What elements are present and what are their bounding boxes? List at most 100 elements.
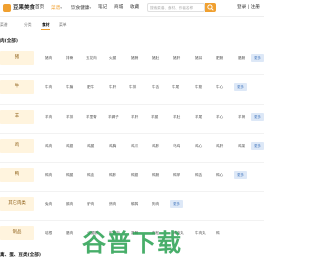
ingredient-item[interactable]: 牛尾 xyxy=(172,84,179,90)
ingredient-item[interactable]: 牛肝 xyxy=(109,84,116,90)
subnav-recipes[interactable]: 菜谱 xyxy=(0,22,8,28)
ingredient-item[interactable]: 鸭胗 xyxy=(109,172,116,178)
ingredient-item[interactable]: 培根 xyxy=(45,230,52,236)
nav-favorites[interactable]: 收藏 xyxy=(130,4,139,12)
category-tag[interactable]: 猪 xyxy=(0,51,34,65)
ingredient-item[interactable]: 猪肚 xyxy=(152,55,159,61)
search-input[interactable]: 搜索菜谱、食材、作者名称 xyxy=(147,3,205,12)
chevron-down-icon: ▾ xyxy=(60,6,62,10)
ingredient-item[interactable]: 羊腿 xyxy=(151,114,158,120)
ingredient-item[interactable]: 鹌鹑 xyxy=(131,201,138,207)
ingredient-item[interactable]: 鸡翅 xyxy=(66,143,73,149)
more-button[interactable]: 更多 xyxy=(234,171,247,179)
ingredient-item[interactable]: 鸭翅 xyxy=(131,172,138,178)
ingredient-item[interactable]: 牛肉 xyxy=(45,84,52,90)
ingredient-item[interactable]: 牛心 xyxy=(216,84,223,90)
ingredient-item[interactable]: 羊里脊 xyxy=(86,114,97,120)
nav-health-label: 饮食健康 xyxy=(71,6,90,11)
ingredient-item[interactable]: 鸭腿 xyxy=(66,172,73,178)
category-tag[interactable]: 羊 xyxy=(0,110,34,124)
nav-home[interactable]: 首页 xyxy=(35,4,44,12)
ingredient-item[interactable]: 羊肉 xyxy=(45,114,52,120)
ingredient-item[interactable]: 羊排 xyxy=(66,114,73,120)
section-title-2: 禽、蛋、豆类(全部) xyxy=(0,253,41,258)
more-button[interactable]: 更多 xyxy=(170,200,183,208)
ingredient-item[interactable]: 鸡腿 xyxy=(87,143,94,149)
row-divider xyxy=(0,220,264,221)
category-label: 其它肉类 xyxy=(8,201,26,206)
ingredient-item[interactable]: 牛筋 xyxy=(195,84,202,90)
ingredient-item[interactable]: 驴肉 xyxy=(87,201,94,207)
ingredient-item[interactable]: 火腿 xyxy=(109,55,116,61)
ingredient-item[interactable]: 狗肉 xyxy=(152,201,159,207)
ingredient-item[interactable]: 肥肠 xyxy=(216,55,223,61)
ingredient-item[interactable]: 羊肝 xyxy=(131,114,138,120)
more-label: 更多 xyxy=(237,85,244,89)
more-label: 更多 xyxy=(254,56,261,60)
more-label: 更多 xyxy=(254,144,261,148)
ingredient-item[interactable]: 鸡架 xyxy=(238,143,245,149)
search-button[interactable] xyxy=(205,3,216,12)
more-button[interactable]: 更多 xyxy=(234,83,247,91)
subnav-categories[interactable]: 分类 xyxy=(24,22,32,28)
subnav-menus[interactable]: 菜单 xyxy=(59,22,67,28)
ingredient-item[interactable]: 鸽肉 xyxy=(109,201,116,207)
ingredient-item[interactable]: 腊肉 xyxy=(66,230,73,236)
ingredient-item[interactable]: 鸡肝 xyxy=(216,143,223,149)
ingredient-item[interactable]: 牛腩 xyxy=(66,84,73,90)
more-button[interactable]: 更多 xyxy=(251,113,264,121)
brand-name[interactable]: 豆果美食 xyxy=(13,4,35,12)
nav-notes[interactable]: 笔记 xyxy=(98,4,107,12)
ingredient-item[interactable]: 鸡肉 xyxy=(45,143,52,149)
ingredient-item[interactable]: 鸭肉 xyxy=(45,172,52,178)
ingredient-item[interactable]: 鸭心 xyxy=(216,172,223,178)
active-tab-indicator xyxy=(41,29,50,30)
ingredient-item[interactable]: 腊肠 xyxy=(238,55,245,61)
ingredient-item[interactable]: 牛舌 xyxy=(152,84,159,90)
subnav-ingredients[interactable]: 食材 xyxy=(42,22,50,28)
ingredient-item[interactable]: 羊蝎子 xyxy=(108,114,119,120)
ingredient-item[interactable]: 羊心 xyxy=(216,114,223,120)
ingredient-item[interactable]: 羊尾 xyxy=(195,114,202,120)
category-tag[interactable]: 其它肉类 xyxy=(0,197,34,211)
ingredient-item[interactable]: 兔肉 xyxy=(45,201,52,207)
ingredient-item[interactable]: 乌鸡 xyxy=(173,143,180,149)
ingredient-item[interactable]: 鸭掌 xyxy=(173,172,180,178)
ingredient-item[interactable]: 鸡胸 xyxy=(109,143,116,149)
ingredient-item[interactable]: 排骨 xyxy=(66,55,73,61)
ingredient-item[interactable]: 肥牛 xyxy=(87,84,94,90)
ingredient-item[interactable]: 猪耳 xyxy=(195,55,202,61)
ingredient-item[interactable]: 鸡心 xyxy=(195,143,202,149)
category-tag[interactable]: 鸭 xyxy=(0,168,34,182)
section-title: 肉(全部) xyxy=(0,39,18,44)
ingredient-item[interactable]: 鹅肉 xyxy=(66,201,73,207)
ingredient-item[interactable]: 羊肾 xyxy=(238,114,245,120)
ingredient-item[interactable]: 鸭肠 xyxy=(152,172,159,178)
ingredient-item[interactable]: 鸭 xyxy=(216,230,220,236)
more-button[interactable]: 更多 xyxy=(251,142,264,150)
ingredient-item[interactable]: 猪蹄 xyxy=(131,55,138,61)
category-label: 鸭 xyxy=(14,172,20,177)
row-divider xyxy=(0,191,264,192)
category-tag[interactable]: 鸡 xyxy=(0,139,34,153)
category-tag[interactable]: 牛 xyxy=(0,80,34,94)
ingredient-item[interactable]: 牛排 xyxy=(129,84,136,90)
top-header: 豆果美食 首页 菜谱▾ 饮食健康▾ 笔记 商城 收藏 搜索菜谱、食材、作者名称 … xyxy=(0,0,264,17)
ingredient-item[interactable]: 鸭舌 xyxy=(195,172,202,178)
logo-icon[interactable] xyxy=(3,4,11,12)
nav-mall[interactable]: 商城 xyxy=(114,4,123,12)
ingredient-item[interactable]: 牛肉丸 xyxy=(195,230,206,236)
login-register-link[interactable]: 登录 | 注册 xyxy=(237,4,260,12)
ingredient-item[interactable]: 鸭血 xyxy=(87,172,94,178)
nav-health[interactable]: 饮食健康▾ xyxy=(71,4,91,13)
ingredient-item[interactable]: 猪肝 xyxy=(173,55,180,61)
ingredient-item[interactable]: 鸡爪 xyxy=(131,143,138,149)
ingredient-item[interactable]: 羊肚 xyxy=(173,114,180,120)
nav-recipes[interactable]: 菜谱▾ xyxy=(51,4,62,13)
more-button[interactable]: 更多 xyxy=(251,54,264,62)
ingredient-item[interactable]: 猪肉 xyxy=(45,55,52,61)
ingredient-item[interactable]: 鸡胗 xyxy=(152,143,159,149)
category-tag[interactable]: 制品 xyxy=(0,226,34,240)
ingredient-item[interactable]: 五花肉 xyxy=(86,55,97,61)
more-label: 更多 xyxy=(173,202,180,206)
